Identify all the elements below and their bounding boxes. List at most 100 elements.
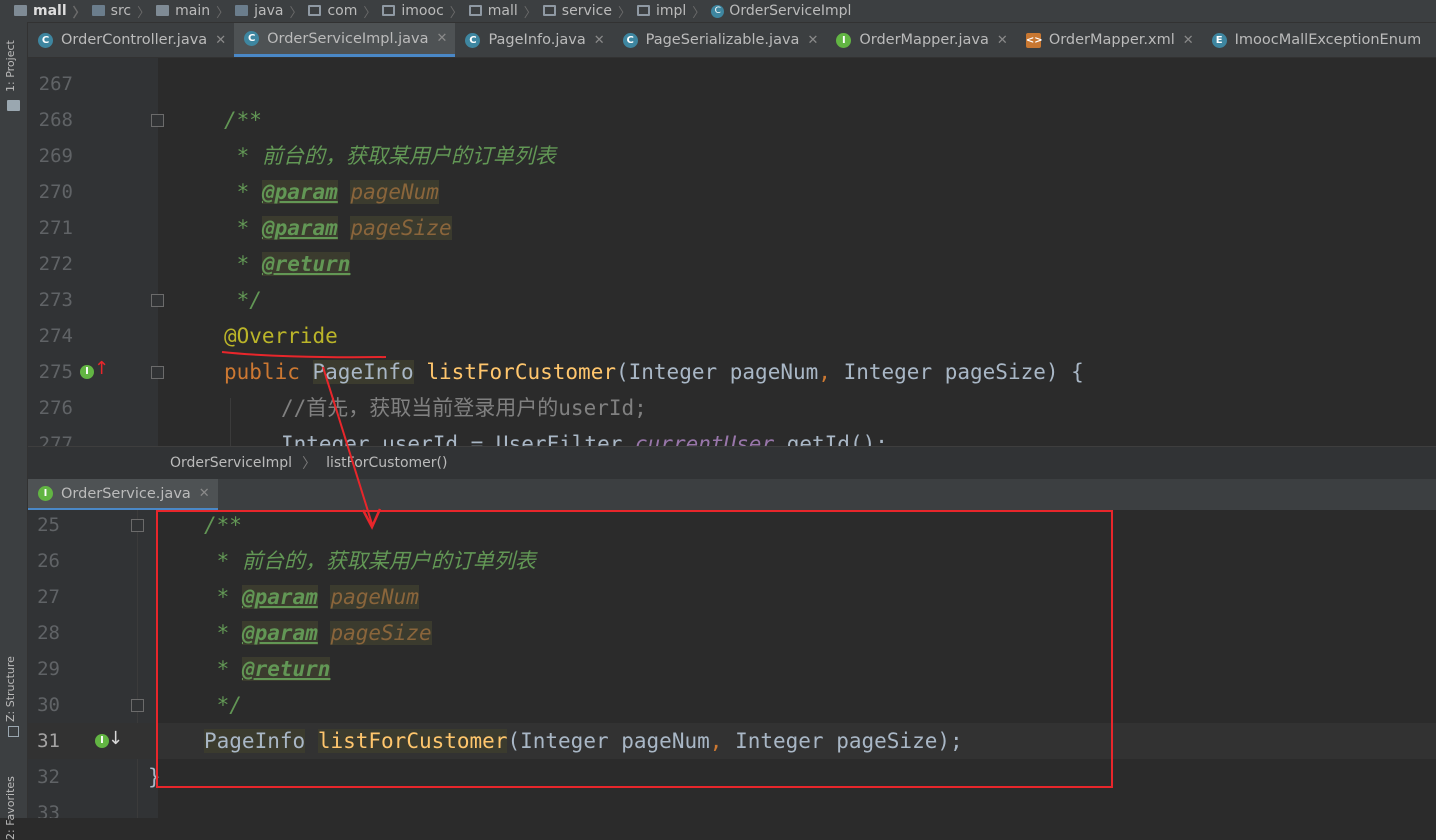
close-icon[interactable]: ✕ xyxy=(997,33,1008,48)
implemented-method-icon[interactable]: I xyxy=(95,734,109,748)
line-number: 277 xyxy=(38,433,73,446)
crumb-mall[interactable]: mall 〉 xyxy=(468,2,537,21)
method-params-rest: Integer pageSize) { xyxy=(830,360,1084,384)
return-type: PageInfo xyxy=(204,729,306,753)
chevron-right-icon: 〉 xyxy=(449,5,463,21)
tab-exception-enum[interactable]: E ImoocMallExceptionEnum xyxy=(1202,23,1430,57)
source-folder-icon xyxy=(235,4,249,16)
close-icon[interactable]: ✕ xyxy=(1183,33,1194,48)
code-line-current: 31 I ↓ PageInfo listForCustomer(Integer … xyxy=(28,723,1436,759)
arrow-up-icon[interactable]: ↑ xyxy=(94,360,109,378)
editor-tab-bar-split: I OrderService.java ✕ xyxy=(28,479,1436,512)
crumb-java[interactable]: java 〉 xyxy=(235,2,302,21)
editor-tab-bar: C OrderController.java ✕ C OrderServiceImpl… xyxy=(28,23,1436,58)
crumb-class[interactable]: C OrderServiceImpl xyxy=(711,3,851,19)
code-line: 270 * @param pageNum xyxy=(28,174,1436,210)
method-name: listForCustomer xyxy=(317,729,508,753)
static-call: currentUser xyxy=(635,432,775,446)
javadoc-param: pageNum xyxy=(350,180,439,204)
favorites-tool-button[interactable]: 2: Favorites xyxy=(4,776,17,840)
crumb-imooc[interactable]: imooc 〉 xyxy=(382,2,463,21)
line-number: 31 xyxy=(37,730,60,752)
line-number: 27 xyxy=(37,586,60,608)
line-number: 32 xyxy=(37,766,60,788)
code-line: 275 I ↑ public PageInfo listForCustomer(… xyxy=(28,354,1436,390)
tab-page-serializable[interactable]: C PageSerializable.java ✕ xyxy=(613,23,827,57)
close-icon[interactable]: ✕ xyxy=(215,33,226,48)
breadcrumb-class[interactable]: OrderServiceImpl xyxy=(170,455,292,471)
comma: , xyxy=(709,729,723,753)
package-icon xyxy=(636,4,650,16)
class-icon: C xyxy=(244,31,260,46)
folder-icon xyxy=(91,4,105,16)
structure-icon xyxy=(8,726,19,737)
code-line: 30 */ xyxy=(28,687,1436,723)
method-params-rest: Integer pageSize); xyxy=(722,729,963,753)
close-icon[interactable]: ✕ xyxy=(807,33,818,48)
chevron-right-icon: 〉 xyxy=(523,5,537,21)
code-statement: Integer userId = UserFilter. xyxy=(281,432,636,446)
tab-order-service[interactable]: I OrderService.java ✕ xyxy=(28,479,218,511)
code-line: 271 * @param pageSize xyxy=(28,210,1436,246)
code-line: 268 /** xyxy=(28,102,1436,138)
tab-order-mapper-xml[interactable]: <> OrderMapper.xml ✕ xyxy=(1016,23,1202,57)
crumb-com[interactable]: com 〉 xyxy=(308,2,376,21)
line-number: 268 xyxy=(38,109,73,131)
navigation-bar: mall 〉 src 〉 main 〉 java 〉 com 〉 imooc 〉 mall 〉… xyxy=(0,0,1436,23)
comment-star: * xyxy=(204,549,242,573)
code-line: 27 * @param pageNum xyxy=(28,579,1436,615)
javadoc-tag: @param xyxy=(261,216,338,240)
line-number: 273 xyxy=(38,289,73,311)
editor-breadcrumb: OrderServiceImpl 〉 listForCustomer() xyxy=(28,446,1436,479)
crumb-impl[interactable]: impl 〉 xyxy=(636,2,705,21)
comment-star: * xyxy=(224,216,262,240)
doc-comment-open: /** xyxy=(224,108,262,132)
fold-marker-icon[interactable] xyxy=(151,294,164,307)
tab-order-controller[interactable]: C OrderController.java ✕ xyxy=(28,23,234,57)
chevron-right-icon: 〉 xyxy=(617,5,631,21)
close-icon[interactable]: ✕ xyxy=(594,33,605,48)
chevron-right-icon: 〉 xyxy=(216,5,230,21)
fold-marker-icon[interactable] xyxy=(151,366,164,379)
tab-page-info[interactable]: C PageInfo.java ✕ xyxy=(455,23,612,57)
javadoc-tag: @param xyxy=(261,180,338,204)
line-number: 269 xyxy=(38,145,73,167)
crumb-service[interactable]: service 〉 xyxy=(542,2,631,21)
breadcrumb-method[interactable]: listForCustomer() xyxy=(326,455,447,471)
return-type: PageInfo xyxy=(312,360,414,384)
arrow-down-icon[interactable]: ↓ xyxy=(108,730,123,748)
doc-comment-close: */ xyxy=(204,693,242,717)
crumb-src[interactable]: src 〉 xyxy=(91,2,150,21)
line-number: 270 xyxy=(38,181,73,203)
crumb-project[interactable]: mall 〉 xyxy=(14,2,86,21)
close-icon[interactable]: ✕ xyxy=(437,31,448,46)
method-params: (Integer pageNum xyxy=(507,729,710,753)
package-icon xyxy=(468,4,482,16)
code-line: 28 * @param pageSize xyxy=(28,615,1436,651)
implements-method-icon[interactable]: I xyxy=(80,365,94,379)
structure-tool-button[interactable]: Z: Structure xyxy=(4,656,17,722)
chevron-right-icon: 〉 xyxy=(289,5,303,21)
javadoc-param: pageNum xyxy=(330,585,419,609)
chevron-right-icon: 〉 xyxy=(72,5,86,21)
override-annotation: @Override xyxy=(224,324,338,348)
tab-order-mapper[interactable]: I OrderMapper.java ✕ xyxy=(826,23,1015,57)
editor-order-service-impl[interactable]: 267 268 /** 269 * 前台的，获取某用户的订单列表 270 * @… xyxy=(28,58,1436,446)
javadoc-tag: @return xyxy=(261,252,351,276)
line-number: 25 xyxy=(37,514,60,536)
close-icon[interactable]: ✕ xyxy=(199,486,210,501)
doc-comment-close: */ xyxy=(224,288,262,312)
tab-order-service-impl[interactable]: C OrderServiceImpl.java ✕ xyxy=(234,23,456,57)
fold-marker-icon[interactable] xyxy=(151,114,164,127)
code-line: 33 xyxy=(28,795,1436,818)
project-tool-button[interactable]: 1: Project xyxy=(4,40,17,92)
fold-marker-icon[interactable] xyxy=(131,699,144,712)
interface-icon: I xyxy=(836,32,852,48)
crumb-main[interactable]: main 〉 xyxy=(156,2,229,21)
line-number: 33 xyxy=(37,802,60,818)
javadoc-param: pageSize xyxy=(350,216,452,240)
method-params: (Integer pageNum xyxy=(615,360,819,384)
editor-order-service[interactable]: 25 /** 26 * 前台的，获取某用户的订单列表 27 * @param p… xyxy=(28,510,1436,818)
fold-marker-icon[interactable] xyxy=(131,519,144,532)
comment-star: * xyxy=(204,585,242,609)
